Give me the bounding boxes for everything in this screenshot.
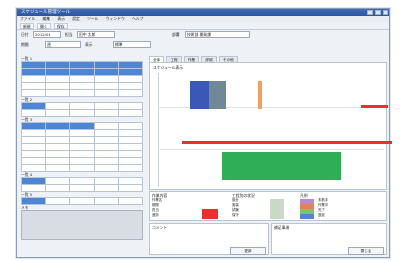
- axis-line: [158, 73, 159, 187]
- window-title: スケジュール管理ツール: [21, 10, 71, 15]
- legend-item: 遅延: [318, 213, 325, 217]
- note-title: 補足事項: [274, 225, 290, 230]
- left-panel: 一覧 1 一覧 2 一覧 3 一覧 4 一覧 5 メモ: [21, 56, 143, 256]
- open-button[interactable]: 開く: [37, 23, 51, 29]
- period-select[interactable]: 週: [45, 41, 81, 48]
- legend-swatch: [300, 214, 314, 219]
- task-bar-red-mid[interactable]: [182, 141, 392, 144]
- schedule-chart[interactable]: スケジュール表示: [149, 62, 392, 190]
- title-bar: スケジュール管理ツール: [17, 9, 389, 16]
- task-bar-green[interactable]: [222, 152, 341, 180]
- person-label: 担当: [65, 32, 73, 37]
- update-button[interactable]: 更新: [230, 247, 266, 255]
- info-panel: 作業内容 作業名 期間 担当 進捗 工程別の状況 設計 実装 試験 保守 凡例 …: [149, 191, 387, 221]
- view-label: 表示: [85, 42, 93, 47]
- comment-title: コメント: [152, 225, 168, 230]
- minimize-icon[interactable]: [367, 10, 373, 15]
- list-grid-1[interactable]: [21, 61, 143, 97]
- view-select[interactable]: 標準: [113, 41, 151, 48]
- task-bar-grey[interactable]: [209, 81, 226, 109]
- period-label: 期間: [21, 42, 29, 47]
- legend-list: 未着手 作業中 完了 遅延: [318, 198, 378, 218]
- status-red: [202, 214, 218, 219]
- close-icon[interactable]: [383, 10, 388, 15]
- save-button[interactable]: 保存: [54, 23, 68, 29]
- close-button[interactable]: 閉じる: [348, 247, 384, 255]
- date-label: 日付: [21, 32, 29, 37]
- chart-label: スケジュール表示: [153, 65, 184, 70]
- dept-label: 部署: [172, 32, 180, 37]
- task-bar-red-top[interactable]: [361, 105, 388, 108]
- task-bar-orange[interactable]: [258, 81, 262, 109]
- task-bar-blue[interactable]: [190, 81, 209, 109]
- comment-box[interactable]: コメント 更新: [149, 223, 269, 255]
- memo-area[interactable]: [21, 210, 143, 240]
- list-grid-3[interactable]: [21, 122, 143, 172]
- grid-line: [158, 149, 384, 150]
- note-box[interactable]: 補足事項 閉じる: [271, 223, 387, 255]
- legend-title: 凡例: [300, 193, 308, 198]
- progress-cell: [270, 214, 284, 219]
- dept-field[interactable]: 技術部 開発課: [185, 31, 250, 38]
- toolbar: 新規 開く 保存: [17, 22, 389, 30]
- list-grid-5[interactable]: [21, 197, 143, 205]
- list-grid-4[interactable]: [21, 177, 143, 192]
- maximize-icon[interactable]: [375, 10, 381, 15]
- person-field[interactable]: 田中 太郎: [77, 31, 115, 38]
- list-grid-2[interactable]: [21, 102, 143, 117]
- app-window: スケジュール管理ツール ファイル 編集 表示 設定 ツール ウィンドウ ヘルプ …: [16, 8, 392, 258]
- new-button[interactable]: 新規: [20, 23, 34, 29]
- date-field[interactable]: 2012/01: [33, 31, 61, 38]
